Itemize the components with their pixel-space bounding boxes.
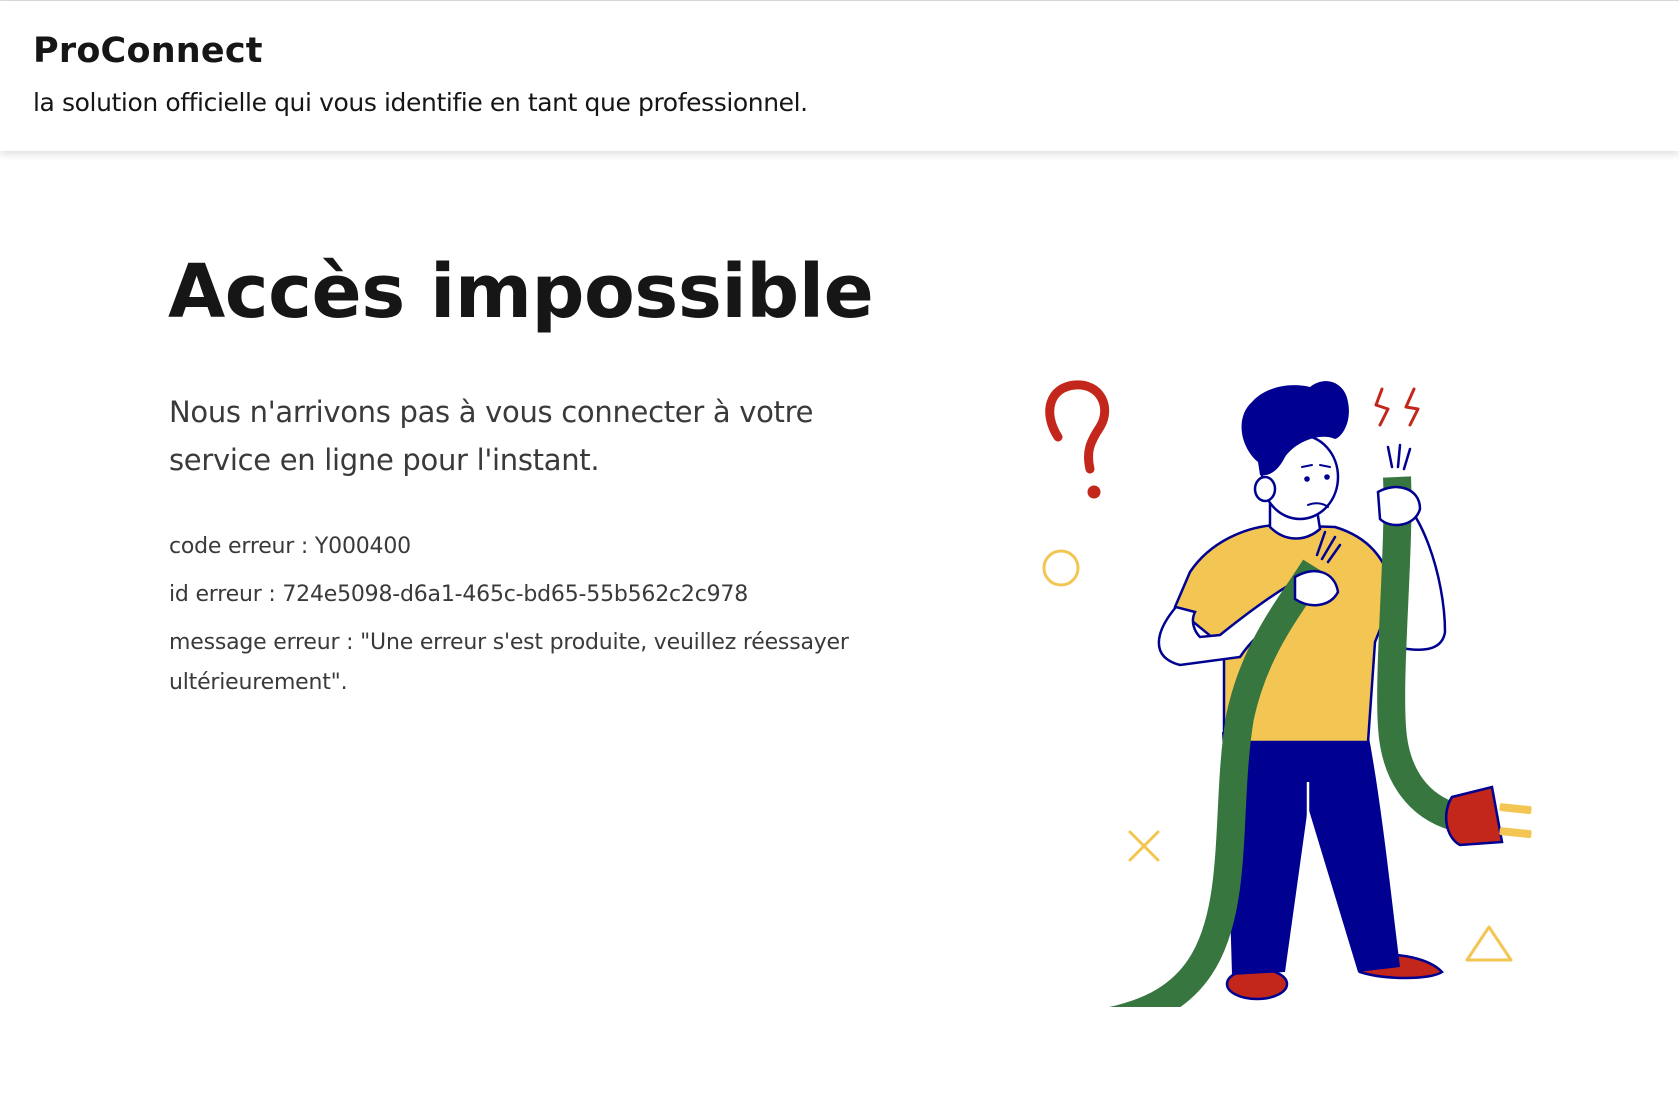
error-message: message erreur : "Une erreur s'est produ… (169, 630, 849, 695)
spark-icon (1374, 387, 1420, 427)
cross-shape-icon (1128, 830, 1160, 862)
site-header: ProConnect la solution officielle qui vo… (0, 1, 1679, 151)
error-lead-text: Nous n'arrivons pas à vous connecter à v… (169, 395, 814, 477)
left-hand (1293, 569, 1340, 607)
error-code: code erreur : Y000400 (169, 534, 411, 559)
triangle-shape-icon (1465, 925, 1513, 962)
error-details: code erreur : Y000400 id erreur : 724e50… (169, 527, 909, 711)
question-mark-icon (1045, 380, 1110, 499)
plug-icon (1444, 785, 1532, 847)
circle-shape-icon (1042, 549, 1080, 587)
page-title: Accès impossible (168, 249, 874, 335)
pants (1222, 732, 1400, 975)
unplugged-cable-illustration (1042, 380, 1532, 1007)
right-hand (1376, 485, 1422, 527)
error-id: id erreur : 724e5098-d6a1-465c-bd65-55b5… (169, 582, 748, 607)
brand-name[interactable]: ProConnect (33, 29, 263, 73)
brand-tagline: la solution officielle qui vous identifi… (33, 88, 808, 117)
error-page-content: Accès impossible Nous n'arrivons pas à v… (0, 152, 1679, 1110)
